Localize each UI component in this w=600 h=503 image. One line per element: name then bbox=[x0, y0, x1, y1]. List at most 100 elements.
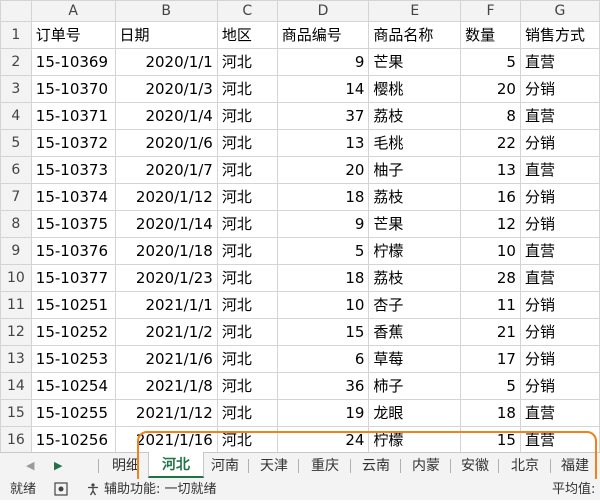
cell[interactable]: 15-10370 bbox=[30, 75, 116, 103]
sheet-tab-hebei[interactable]: 河北 bbox=[148, 452, 204, 478]
row-header[interactable]: 12 bbox=[0, 318, 32, 346]
row-header[interactable]: 6 bbox=[0, 156, 32, 184]
cell[interactable]: 10 bbox=[460, 237, 521, 265]
cell[interactable]: 龙眼 bbox=[368, 399, 462, 427]
cell[interactable]: 柚子 bbox=[368, 156, 462, 184]
cell[interactable]: 15 bbox=[460, 426, 521, 452]
cell[interactable]: 销售方式 bbox=[519, 21, 600, 49]
cell[interactable]: 15-10376 bbox=[30, 237, 116, 265]
cell[interactable]: 河北 bbox=[216, 345, 278, 373]
cell[interactable]: 36 bbox=[276, 372, 370, 400]
cell[interactable]: 地区 bbox=[216, 21, 278, 49]
cell[interactable]: 15-10253 bbox=[30, 345, 116, 373]
cell[interactable]: 2020/1/23 bbox=[114, 264, 218, 292]
row-header[interactable]: 7 bbox=[0, 183, 32, 211]
cell[interactable]: 19 bbox=[276, 399, 370, 427]
cell[interactable]: 河北 bbox=[216, 291, 278, 319]
cell[interactable]: 28 bbox=[460, 264, 521, 292]
cell[interactable]: 2020/1/14 bbox=[114, 210, 218, 238]
sheet-tab-mingxi[interactable]: 明细 bbox=[104, 453, 148, 479]
cell[interactable]: 河北 bbox=[216, 237, 278, 265]
cell[interactable]: 2020/1/3 bbox=[114, 75, 218, 103]
cell[interactable]: 9 bbox=[276, 210, 370, 238]
cell[interactable]: 2020/1/1 bbox=[114, 48, 218, 76]
cell[interactable]: 15-10373 bbox=[30, 156, 116, 184]
cell[interactable]: 24 bbox=[276, 426, 370, 452]
cell[interactable]: 荔枝 bbox=[368, 264, 462, 292]
cell[interactable]: 2021/1/8 bbox=[114, 372, 218, 400]
row-header[interactable]: 8 bbox=[0, 210, 32, 238]
row-header[interactable]: 15 bbox=[0, 399, 32, 427]
cell[interactable]: 15-10255 bbox=[30, 399, 116, 427]
row-header[interactable]: 14 bbox=[0, 372, 32, 400]
cell[interactable]: 芒果 bbox=[368, 48, 462, 76]
cell[interactable]: 订单号 bbox=[30, 21, 116, 49]
cell[interactable]: 香蕉 bbox=[368, 318, 462, 346]
cell[interactable]: 21 bbox=[460, 318, 521, 346]
cell[interactable]: 2020/1/18 bbox=[114, 237, 218, 265]
sheet-tab-fujian[interactable]: 福建 bbox=[552, 453, 598, 479]
row-header[interactable]: 5 bbox=[0, 129, 32, 157]
cell[interactable]: 河北 bbox=[216, 183, 278, 211]
row-header[interactable]: 10 bbox=[0, 264, 32, 292]
column-header[interactable]: A bbox=[30, 0, 116, 22]
cell[interactable]: 直营 bbox=[519, 426, 600, 452]
cell[interactable]: 15-10374 bbox=[30, 183, 116, 211]
cell-table[interactable]: A B C D E F G 1 订单号 日期 地区 商品编号 商品名称 数量 销售方式 2 15-… bbox=[0, 0, 600, 452]
sheet-tab-tianjin[interactable]: 天津 bbox=[250, 453, 298, 479]
cell[interactable]: 商品编号 bbox=[276, 21, 370, 49]
sheet-tab-beijing[interactable]: 北京 bbox=[500, 453, 550, 479]
cell[interactable]: 分销 bbox=[519, 75, 600, 103]
tab-scroll-right-icon[interactable]: ▶ bbox=[54, 453, 62, 479]
accessibility-status[interactable]: 辅助功能: 一切就绪 bbox=[104, 479, 217, 500]
cell[interactable]: 柠檬 bbox=[368, 237, 462, 265]
cell[interactable]: 荔枝 bbox=[368, 183, 462, 211]
cell[interactable]: 18 bbox=[276, 264, 370, 292]
row-header[interactable]: 2 bbox=[0, 48, 32, 76]
cell[interactable]: 河北 bbox=[216, 102, 278, 130]
select-all-corner[interactable] bbox=[0, 0, 32, 22]
cell[interactable]: 15 bbox=[276, 318, 370, 346]
cell[interactable]: 河北 bbox=[216, 48, 278, 76]
row-header[interactable]: 11 bbox=[0, 291, 32, 319]
cell[interactable]: 2020/1/6 bbox=[114, 129, 218, 157]
cell[interactable]: 15-10377 bbox=[30, 264, 116, 292]
cell[interactable]: 37 bbox=[276, 102, 370, 130]
cell[interactable]: 芒果 bbox=[368, 210, 462, 238]
row-header[interactable]: 4 bbox=[0, 102, 32, 130]
cell[interactable]: 18 bbox=[276, 183, 370, 211]
row-header[interactable]: 3 bbox=[0, 75, 32, 103]
column-header[interactable]: D bbox=[276, 0, 370, 22]
cell[interactable]: 2020/1/7 bbox=[114, 156, 218, 184]
row-header[interactable]: 9 bbox=[0, 237, 32, 265]
row-header[interactable]: 13 bbox=[0, 345, 32, 373]
cell[interactable]: 分销 bbox=[519, 210, 600, 238]
cell[interactable]: 分销 bbox=[519, 345, 600, 373]
column-header[interactable]: F bbox=[460, 0, 521, 22]
cell[interactable]: 商品名称 bbox=[368, 21, 462, 49]
cell[interactable]: 分销 bbox=[519, 291, 600, 319]
sheet-tab-neimeng[interactable]: 内蒙 bbox=[402, 453, 450, 479]
cell[interactable]: 直营 bbox=[519, 156, 600, 184]
cell[interactable]: 15-10256 bbox=[30, 426, 116, 452]
column-header[interactable]: C bbox=[216, 0, 278, 22]
cell[interactable]: 数量 bbox=[460, 21, 521, 49]
row-header[interactable]: 16 bbox=[0, 426, 32, 452]
cell[interactable]: 河北 bbox=[216, 399, 278, 427]
cell[interactable]: 12 bbox=[460, 210, 521, 238]
cell[interactable]: 5 bbox=[276, 237, 370, 265]
cell[interactable]: 2021/1/12 bbox=[114, 399, 218, 427]
cell[interactable]: 6 bbox=[276, 345, 370, 373]
cell[interactable]: 2021/1/1 bbox=[114, 291, 218, 319]
cell[interactable]: 13 bbox=[460, 156, 521, 184]
column-header[interactable]: B bbox=[114, 0, 218, 22]
cell[interactable]: 9 bbox=[276, 48, 370, 76]
cell[interactable]: 15-10252 bbox=[30, 318, 116, 346]
cell[interactable]: 草莓 bbox=[368, 345, 462, 373]
cell[interactable]: 15-10369 bbox=[30, 48, 116, 76]
cell[interactable]: 河北 bbox=[216, 264, 278, 292]
spreadsheet-grid[interactable]: A B C D E F G 1 订单号 日期 地区 商品编号 商品名称 数量 销售方式 2 15-… bbox=[0, 0, 600, 452]
sheet-tab-henan[interactable]: 河南 bbox=[202, 453, 248, 479]
cell[interactable]: 15-10372 bbox=[30, 129, 116, 157]
cell[interactable]: 2020/1/12 bbox=[114, 183, 218, 211]
